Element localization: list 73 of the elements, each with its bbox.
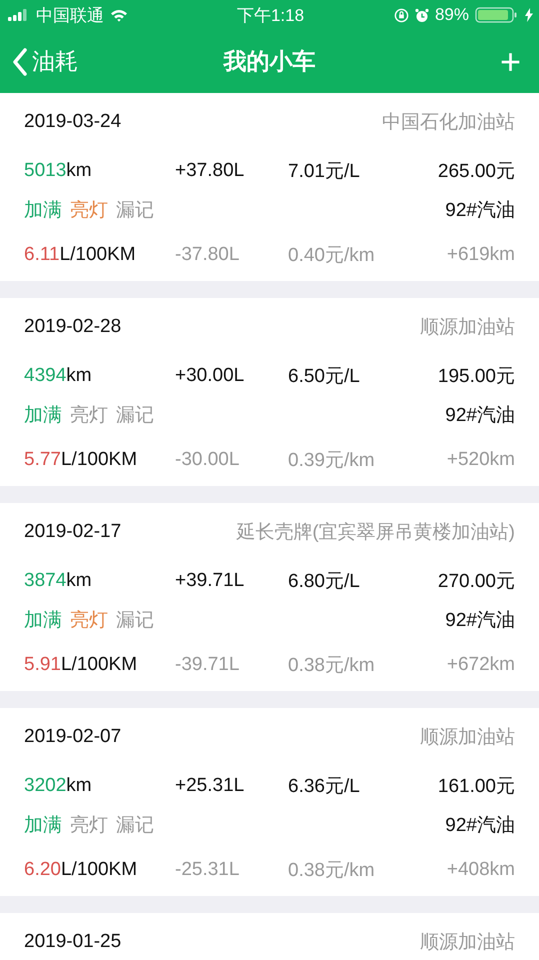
cost-per-km: 0.39元/km (288, 449, 375, 473)
status-tag: 漏记 (116, 812, 154, 838)
status-tag: 加满 (24, 812, 62, 838)
fuel-amount: 195.00元 (438, 365, 515, 389)
consumption-rate: 5.77L/100KM (24, 449, 138, 471)
station-name: 顺源加油站 (420, 726, 515, 750)
status-tag: 亮灯 (70, 402, 108, 428)
fuel-used: -39.71L (175, 654, 240, 676)
fuel-type: 92#汽油 (445, 404, 515, 428)
record-date: 2019-02-07 (24, 726, 122, 748)
fuel-amount: 161.00元 (438, 775, 515, 799)
cost-per-km: 0.38元/km (288, 859, 375, 883)
fuel-price: 6.50元/L (288, 365, 360, 389)
odometer-reading: 3202km (24, 775, 92, 797)
fuel-amount: 265.00元 (438, 160, 515, 184)
status-tag: 漏记 (116, 197, 154, 223)
status-tag: 亮灯 (70, 812, 108, 838)
status-tag: 加满 (24, 402, 62, 428)
fuel-used: -30.00L (175, 449, 240, 471)
fuel-type: 92#汽油 (445, 609, 515, 633)
fuel-volume: +37.80L (175, 160, 244, 182)
station-name: 顺源加油站 (420, 316, 515, 340)
record-card[interactable]: 2019-02-07 顺源加油站 3202km +25.31L 6.36元/L 161.00元 加满 亮灯 漏记 92#汽油 6.20L/100KM -25.31L 0.38元/km +408km (0, 708, 539, 896)
chevron-left-icon (12, 48, 28, 76)
record-card[interactable]: 2019-02-17 延长壳牌(宜宾翠屏吊黄楼加油站) 3874km +39.71L 6.80元/L 270.00元 加满 亮灯 漏记 92#汽油 5.91L/100KM -39.71L 0.38元/km +672km (0, 503, 539, 691)
cost-per-km: 0.38元/km (288, 654, 375, 678)
fuel-price: 7.01元/L (288, 160, 360, 184)
status-tag: 加满 (24, 197, 62, 223)
fuel-used: -37.80L (175, 244, 240, 266)
fuel-price: 6.36元/L (288, 775, 360, 799)
record-date: 2019-03-24 (24, 111, 122, 133)
odometer-reading: 3874km (24, 570, 92, 592)
battery-icon (475, 7, 519, 23)
battery-percent: 89% (434, 5, 469, 25)
fuel-volume: +30.00L (175, 365, 244, 387)
charging-icon (525, 8, 533, 22)
status-tag: 漏记 (116, 402, 154, 428)
fuel-used: -25.31L (175, 859, 240, 881)
alarm-icon (414, 8, 429, 22)
record-date: 2019-01-25 (24, 931, 122, 953)
status-tag: 亮灯 (70, 607, 108, 633)
distance-driven: +619km (446, 244, 515, 266)
odometer-reading: 4394km (24, 365, 92, 387)
fuel-type: 92#汽油 (445, 814, 515, 838)
record-card[interactable]: 2019-02-28 顺源加油站 4394km +30.00L 6.50元/L 195.00元 加满 亮灯 漏记 92#汽油 5.77L/100KM -30.00L 0.39元/km +520km (0, 298, 539, 486)
cost-per-km: 0.40元/km (288, 244, 375, 268)
consumption-rate: 6.11L/100KM (24, 244, 136, 266)
status-tag: 亮灯 (70, 197, 108, 223)
fuel-type: 92#汽油 (445, 199, 515, 223)
rotation-lock-icon (394, 8, 409, 22)
fuel-amount: 270.00元 (438, 570, 515, 594)
wifi-icon (110, 8, 128, 22)
fuel-volume: +39.71L (175, 570, 244, 592)
distance-driven: +520km (446, 449, 515, 471)
station-name: 延长壳牌(宜宾翠屏吊黄楼加油站) (236, 521, 515, 545)
carrier-name: 中国联通 (36, 4, 104, 26)
distance-driven: +408km (446, 859, 515, 881)
consumption-rate: 6.20L/100KM (24, 859, 138, 881)
distance-driven: +672km (446, 654, 515, 676)
consumption-rate: 5.91L/100KM (24, 654, 138, 676)
fuel-volume: +25.31L (175, 775, 244, 797)
record-card[interactable]: 2019-03-24 中国石化加油站 5013km +37.80L 7.01元/L 265.00元 加满 亮灯 漏记 92#汽油 6.11L/100KM -37.80L 0.40元/km +619km (0, 93, 539, 281)
status-tag: 漏记 (116, 607, 154, 633)
record-date: 2019-02-28 (24, 316, 122, 338)
record-date: 2019-02-17 (24, 521, 122, 543)
page-title: 我的小车 (224, 47, 316, 76)
fuel-price: 6.80元/L (288, 570, 360, 594)
record-card[interactable]: 2019-01-25 顺源加油站 (0, 913, 539, 960)
station-name: 中国石化加油站 (382, 111, 515, 135)
clock-time: 下午1:18 (236, 4, 304, 26)
station-name: 顺源加油站 (420, 931, 515, 955)
status-tag: 加满 (24, 607, 62, 633)
odometer-reading: 5013km (24, 160, 92, 182)
